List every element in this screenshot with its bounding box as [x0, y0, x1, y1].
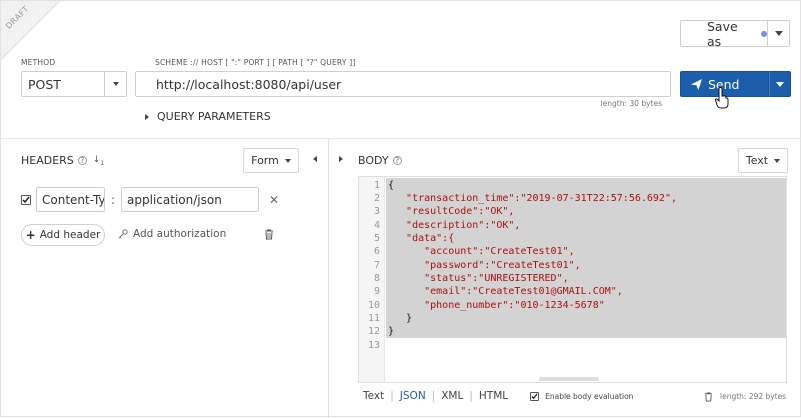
- code-line: }: [388, 313, 413, 324]
- save-as-label: Save as: [707, 18, 738, 49]
- method-dropdown-button[interactable]: [104, 72, 126, 96]
- form-label: Form: [251, 154, 279, 167]
- line-number: 10: [367, 300, 380, 311]
- draft-ribbon: DRAFT: [1, 1, 61, 61]
- line-number: 4: [373, 220, 380, 231]
- line-number: 12: [367, 326, 380, 337]
- code-line: "data":{: [388, 233, 455, 244]
- line-gutter: 1 2 3 4 5 6 7 8 9 10 11 12 13: [359, 177, 385, 382]
- text-label: Text: [745, 154, 769, 167]
- method-label: METHOD: [21, 58, 56, 67]
- body-title-text: BODY: [358, 154, 389, 167]
- code-line: "email":"CreateTest01@GMAIL.COM",: [388, 286, 623, 297]
- code-line: {: [388, 180, 395, 191]
- colon-separator: :: [111, 192, 116, 207]
- headers-form-button[interactable]: Form: [243, 148, 299, 173]
- code-line: "password":"CreateTest01",: [388, 260, 581, 271]
- chevron-down-icon: [776, 81, 784, 87]
- line-number: 6: [373, 246, 380, 257]
- remove-header-icon[interactable]: ✕: [269, 193, 279, 207]
- save-as-button[interactable]: Save as: [680, 18, 767, 49]
- save-as-dropdown-button[interactable]: [767, 20, 790, 47]
- line-number: 13: [367, 340, 380, 351]
- header-name-value: Content-Type: [42, 192, 105, 207]
- enable-evaluation-label: Enable body evaluation: [545, 391, 634, 401]
- header-name-input[interactable]: Content-Type: [36, 187, 105, 212]
- line-number: 5: [373, 233, 380, 244]
- request-panel: DRAFT Save as METHOD SCHEME :// HOST [ "…: [0, 0, 801, 418]
- line-number: 11: [367, 313, 380, 324]
- url-label: SCHEME :// HOST [ ":" PORT ] [ PATH [ "?…: [155, 58, 356, 67]
- paper-plane-icon: [691, 78, 702, 90]
- code-line: "description":"OK",: [388, 220, 521, 231]
- body-editor[interactable]: 1 2 3 4 5 6 7 8 9 10 11 12 13 { "transac…: [358, 176, 787, 383]
- header-row: Content-Type : application/json ✕: [21, 187, 279, 212]
- divider: [1, 138, 801, 139]
- chevron-down-icon: [774, 158, 781, 163]
- help-icon[interactable]: ?: [77, 156, 87, 165]
- body-length: length: 292 bytes: [720, 392, 787, 401]
- query-parameters-toggle[interactable]: QUERY PARAMETERS: [145, 110, 271, 123]
- line-number: 8: [373, 273, 380, 284]
- code-line: }: [388, 326, 395, 337]
- body-title: BODY ?: [358, 154, 402, 167]
- format-json-link[interactable]: JSON: [400, 390, 426, 402]
- trash-icon[interactable]: [264, 229, 274, 240]
- help-icon[interactable]: ?: [392, 156, 402, 165]
- header-enabled-checkbox[interactable]: [21, 194, 31, 205]
- editor-scroll-handle[interactable]: [539, 377, 599, 381]
- chevron-down-icon: [284, 158, 291, 163]
- body-format-bar: Text | JSON | XML | HTML Enable body eva…: [363, 390, 634, 402]
- line-number: 7: [373, 260, 380, 271]
- format-text-link[interactable]: Text: [363, 390, 384, 402]
- add-authorization-button[interactable]: Add authorization: [118, 228, 226, 240]
- url-length: length: 30 bytes: [600, 99, 662, 108]
- line-number: 9: [373, 286, 380, 297]
- collapse-left-icon[interactable]: [313, 156, 317, 162]
- send-dropdown-button[interactable]: [769, 71, 791, 97]
- headers-title: HEADERS ? ↓1: [21, 154, 104, 167]
- method-value: POST: [28, 76, 61, 92]
- check-icon: [22, 196, 30, 203]
- headers-title-text: HEADERS: [21, 154, 74, 167]
- line-number: 3: [373, 206, 380, 217]
- trash-icon[interactable]: [704, 392, 713, 402]
- save-as-group: Save as: [680, 18, 790, 49]
- chevron-down-icon: [774, 31, 783, 36]
- header-value-value: application/json: [127, 192, 222, 207]
- header-value-input[interactable]: application/json: [121, 187, 260, 212]
- check-icon: [531, 392, 538, 399]
- add-header-label: Add header: [39, 229, 101, 241]
- url-input[interactable]: http://localhost:8080/api/user: [135, 71, 671, 97]
- line-number: 1: [373, 180, 380, 191]
- body-text-button[interactable]: Text: [738, 148, 788, 173]
- url-value: http://localhost:8080/api/user: [156, 76, 342, 92]
- chevron-down-icon: [112, 82, 119, 86]
- sort-icon[interactable]: ↓1: [93, 155, 104, 167]
- hand-cursor-icon: [715, 87, 729, 109]
- panel-divider: [328, 139, 329, 418]
- format-html-link[interactable]: HTML: [479, 390, 508, 402]
- code-line: "transaction_time":"2019-07-31T22:57:56.…: [388, 193, 677, 204]
- plus-icon: +: [25, 228, 36, 242]
- enable-evaluation-checkbox[interactable]: [530, 391, 540, 401]
- add-header-button[interactable]: + Add header: [21, 224, 105, 246]
- send-group: Send: [680, 71, 791, 97]
- collapse-right-icon[interactable]: [339, 156, 343, 162]
- add-authorization-label: Add authorization: [133, 228, 227, 240]
- query-parameters-label: QUERY PARAMETERS: [157, 110, 271, 123]
- enable-body-evaluation[interactable]: Enable body evaluation: [530, 391, 634, 401]
- line-number: 2: [373, 193, 380, 204]
- format-xml-link[interactable]: XML: [441, 390, 463, 402]
- expand-right-icon: [145, 113, 149, 120]
- code-line: "resultCode":"OK",: [388, 206, 515, 217]
- code-line: "status":"UNREGISTERED",: [388, 273, 569, 284]
- code-line: "account":"CreateTest01",: [388, 246, 575, 257]
- code-line: "phone_number":"010-1234-5678": [388, 300, 605, 311]
- method-select[interactable]: POST: [21, 71, 127, 97]
- key-icon: [118, 229, 128, 239]
